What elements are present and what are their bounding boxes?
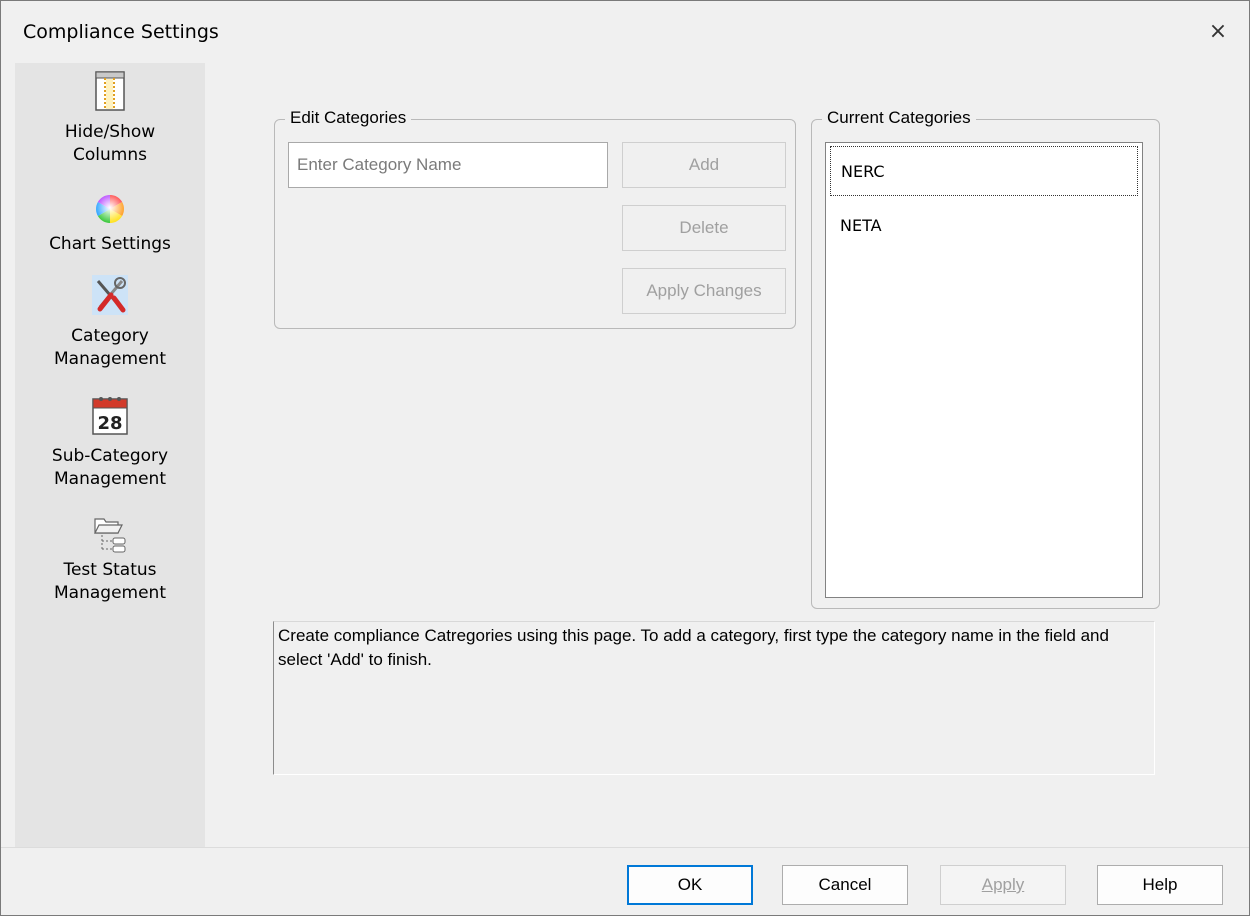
sidebar-item-test-status-management[interactable]: Test Status Management [15, 513, 205, 605]
sidebar-item-chart-settings[interactable]: Chart Settings [15, 193, 205, 256]
calendar-day-text: 28 [97, 413, 122, 434]
color-wheel-icon [96, 195, 124, 223]
category-name-input[interactable] [288, 142, 608, 188]
current-categories-legend: Current Categories [822, 108, 976, 128]
footer-divider [1, 847, 1249, 848]
edit-categories-legend: Edit Categories [285, 108, 412, 128]
add-button[interactable]: Add [622, 142, 786, 188]
sidebar-item-label: Test Status Management [54, 560, 166, 603]
ok-button[interactable]: OK [627, 865, 753, 905]
sidebar-item-label: Hide/Show Columns [64, 122, 156, 165]
window-title: Compliance Settings [23, 21, 219, 43]
folder-tree-icon [94, 518, 126, 553]
list-item[interactable]: NERC [830, 146, 1138, 196]
apply-button-label: Apply [981, 875, 1025, 894]
sidebar-item-label: Chart Settings [49, 234, 171, 254]
list-item[interactable]: NETA [830, 200, 1138, 250]
apply-changes-button[interactable]: Apply Changes [622, 268, 786, 314]
cancel-button[interactable]: Cancel [782, 865, 908, 905]
apply-button[interactable]: Apply [940, 865, 1066, 905]
help-button[interactable]: Help [1097, 865, 1223, 905]
sidebar: Hide/Show Columns Chart Settings Categor… [15, 63, 205, 847]
title-bar: Compliance Settings × [1, 1, 1249, 63]
close-button[interactable]: × [1201, 15, 1235, 49]
sidebar-item-category-management[interactable]: Category Management [15, 275, 205, 371]
sidebar-item-label: Category Management [54, 326, 166, 369]
columns-icon [95, 71, 125, 111]
compliance-settings-dialog: Compliance Settings × Hide/Show Columns [0, 0, 1250, 916]
sidebar-item-sub-category-management[interactable]: 28 Sub-Category Management [15, 395, 205, 491]
delete-button[interactable]: Delete [622, 205, 786, 251]
sidebar-item-label: Sub-Category Management [51, 446, 169, 489]
description-text: Create compliance Catregories using this… [273, 621, 1155, 775]
current-categories-list[interactable]: NERC NETA [825, 142, 1143, 598]
tools-icon [92, 275, 128, 315]
sidebar-item-hide-show-columns[interactable]: Hide/Show Columns [15, 71, 205, 167]
calendar-icon: 28 [92, 397, 128, 435]
